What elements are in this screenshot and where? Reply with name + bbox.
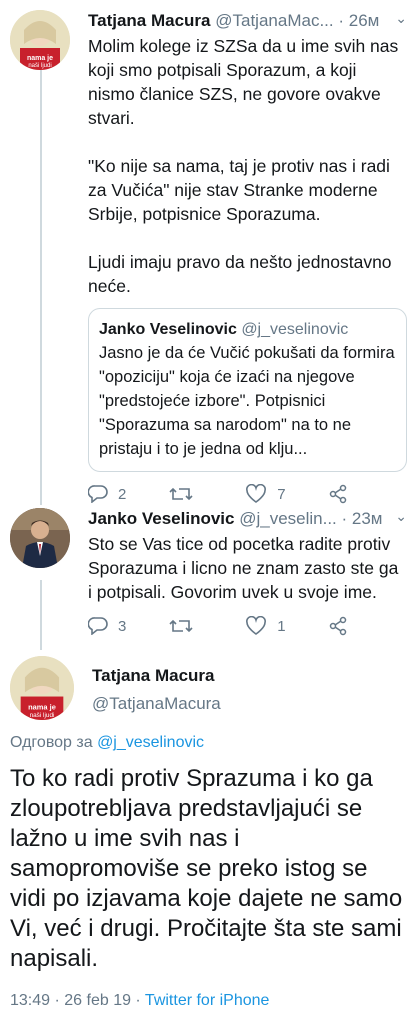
tweet-meta: 13:49 · 26 feb 19 · Twitter for iPhone <box>10 992 269 1010</box>
retweet-button[interactable] <box>169 485 203 503</box>
tweet-time: · 23м <box>341 509 383 528</box>
share-icon <box>328 616 348 636</box>
heart-icon <box>245 484 267 504</box>
tweet-paragraph: Molim kolege iz SZSa da u ime svih nas k… <box>88 36 399 128</box>
share-button[interactable] <box>328 616 348 636</box>
tweet[interactable]: Janko Veselinovic @j_veselin... · 23м ⌄ … <box>88 508 407 636</box>
share-icon <box>328 484 348 504</box>
quoted-text: Jasno je da će Vučić pokušati da formira… <box>99 344 395 458</box>
replying-to-link[interactable]: @j_veselinovic <box>97 734 204 751</box>
tweet-body: To ko radi protiv Sprazuma i ko ga zloup… <box>10 765 403 972</box>
like-button[interactable]: 7 <box>245 484 286 504</box>
author-handle[interactable]: @TatjanaMacura <box>92 694 221 714</box>
author-name[interactable]: Tatjana Macura <box>88 11 211 30</box>
tweet-header: Tatjana Macura @TatjanaMac... · 26м <box>88 10 407 32</box>
tweet-paragraph: Ljudi imaju pravo da nešto jednostavno n… <box>88 252 392 296</box>
tweet[interactable]: Tatjana Macura @TatjanaMac... · 26м ⌄ Mo… <box>88 10 407 504</box>
author-handle[interactable]: @TatjanaMac... <box>215 11 333 30</box>
reply-count: 3 <box>118 617 127 635</box>
replying-prefix: Одговор за <box>10 734 93 751</box>
author-name[interactable]: Tatjana Macura <box>92 666 215 686</box>
like-button[interactable]: 1 <box>245 616 286 636</box>
svg-text:naši ljudi: naši ljudi <box>30 712 55 719</box>
chevron-down-icon[interactable]: ⌄ <box>395 508 407 525</box>
reply-icon <box>88 485 108 503</box>
avatar[interactable]: nama je naši ljudi <box>10 10 70 70</box>
retweet-button[interactable] <box>169 617 203 635</box>
quoted-tweet[interactable]: Janko Veselinovic @j_veselinovic Jasno j… <box>88 308 407 472</box>
thread-connector <box>40 70 42 505</box>
tweet-timestamp: 13:49 · 26 feb 19 · <box>10 992 141 1009</box>
reply-button[interactable]: 2 <box>88 485 126 503</box>
author-handle[interactable]: @j_veselin... <box>239 509 337 528</box>
tweet-body: Molim kolege iz SZSa da u ime svih nas k… <box>88 34 407 298</box>
heart-icon <box>245 616 267 636</box>
svg-text:naši ljudi: naši ljudi <box>28 63 51 69</box>
thread-connector <box>40 580 42 650</box>
tweet-header: Janko Veselinovic @j_veselin... · 23м <box>88 508 407 530</box>
quoted-author-name: Janko Veselinovic <box>99 321 237 338</box>
author-name[interactable]: Janko Veselinovic <box>88 509 234 528</box>
tweet-paragraph: "Ko nije sa nama, taj je protiv nas i ra… <box>88 156 390 224</box>
avatar[interactable]: nama je naši ljudi <box>10 656 74 720</box>
svg-text:nama je: nama je <box>27 55 53 62</box>
reply-icon <box>88 617 108 635</box>
tweet-time: · 26м <box>338 11 380 30</box>
reply-button[interactable]: 3 <box>88 617 126 635</box>
like-count: 1 <box>277 617 286 635</box>
avatar[interactable] <box>10 508 70 568</box>
reply-count: 2 <box>118 485 127 503</box>
tweet-actions: 2 7 <box>88 484 348 504</box>
replying-to: Одговор за @j_veselinovic <box>10 734 204 752</box>
svg-text:nama je: nama je <box>28 702 56 711</box>
like-count: 7 <box>277 485 286 503</box>
tweet-body: Sto se Vas tice od pocetka radite protiv… <box>88 534 399 602</box>
quoted-author-handle: @j_veselinovic <box>241 321 349 338</box>
tweet-source-link[interactable]: Twitter for iPhone <box>145 992 270 1009</box>
retweet-icon <box>169 485 193 503</box>
chevron-down-icon[interactable]: ⌄ <box>395 10 407 27</box>
tweet-actions: 3 1 <box>88 616 348 636</box>
share-button[interactable] <box>328 484 348 504</box>
retweet-icon <box>169 617 193 635</box>
